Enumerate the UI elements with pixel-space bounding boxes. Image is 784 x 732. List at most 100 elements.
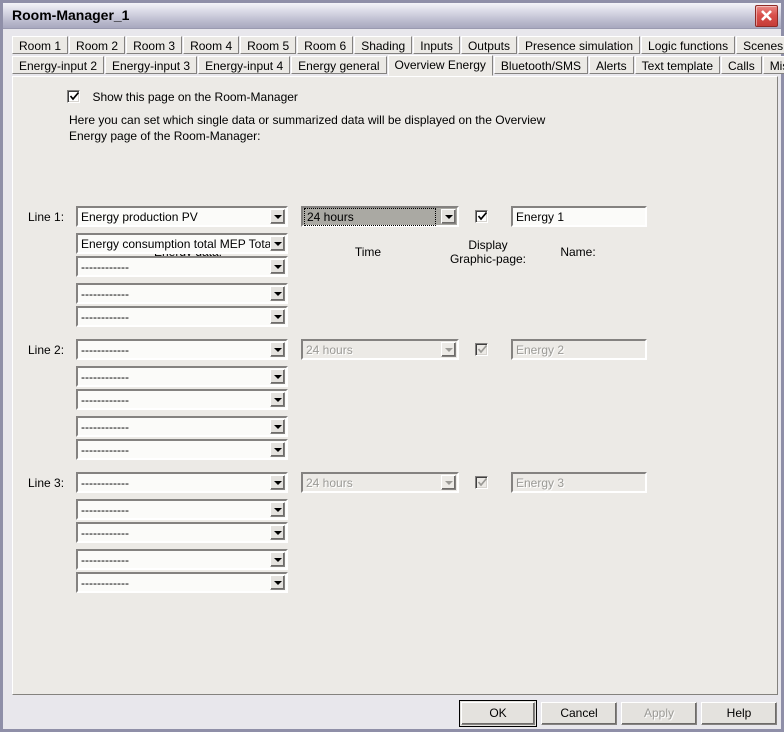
tab-label: Scenes bbox=[743, 39, 784, 53]
time-combobox-line1[interactable]: 24 hours bbox=[301, 206, 459, 227]
tab-bluetooth-sms[interactable]: Bluetooth/SMS bbox=[493, 56, 588, 74]
energy-data-combobox-line3-row1[interactable]: ------------ bbox=[76, 472, 288, 493]
tab-room-6[interactable]: Room 6 bbox=[297, 36, 354, 54]
tab-calls[interactable]: Calls bbox=[721, 56, 762, 74]
chevron-down-icon[interactable] bbox=[270, 552, 285, 567]
show-page-checkbox[interactable] bbox=[67, 90, 80, 104]
tab-overview-energy[interactable]: Overview Energy bbox=[387, 55, 493, 76]
energy-data-combobox-line2-row1[interactable]: ------------ bbox=[76, 339, 288, 360]
tab-energy-input-3[interactable]: Energy-input 3 bbox=[105, 56, 198, 74]
combobox-value: ------------ bbox=[81, 576, 129, 590]
tab-logic-functions[interactable]: Logic functions bbox=[641, 36, 736, 54]
chevron-down-icon[interactable] bbox=[270, 369, 285, 384]
tab-shading[interactable]: Shading bbox=[354, 36, 413, 54]
chevron-down-glyph bbox=[274, 558, 282, 562]
tab-energy-general[interactable]: Energy general bbox=[291, 56, 387, 74]
energy-data-combobox-line2-row2[interactable]: ------------ bbox=[76, 366, 288, 387]
display-graphic-page-checkbox-line1[interactable] bbox=[475, 210, 488, 223]
tab-label: Room 5 bbox=[247, 39, 290, 53]
energy-data-combobox-line1-row1[interactable]: Energy production PV bbox=[76, 206, 288, 227]
tab-room-1[interactable]: Room 1 bbox=[12, 36, 69, 54]
tab-room-3[interactable]: Room 3 bbox=[126, 36, 183, 54]
chevron-down-icon[interactable] bbox=[441, 209, 456, 224]
tab-energy-input-2[interactable]: Energy-input 2 bbox=[12, 56, 105, 74]
energy-data-combobox-line2-row4[interactable]: ------------ bbox=[76, 416, 288, 437]
energy-data-combobox-line3-row4[interactable]: ------------ bbox=[76, 549, 288, 570]
combobox-value: Energy consumption total MEP Total bbox=[81, 237, 274, 251]
combobox-value: 24 hours bbox=[306, 343, 353, 357]
column-header-display-graphic-page: Display Graphic-page: bbox=[438, 238, 538, 266]
line-label-2: Line 2: bbox=[28, 343, 65, 357]
tab-scenes[interactable]: Scenes bbox=[736, 36, 784, 54]
help-button[interactable]: Help bbox=[701, 702, 777, 725]
chevron-down-icon[interactable] bbox=[270, 342, 285, 357]
combobox-value: 24 hours bbox=[306, 476, 353, 490]
energy-data-combobox-line1-row4[interactable]: ------------ bbox=[76, 283, 288, 304]
energy-data-combobox-line2-row3[interactable]: ------------ bbox=[76, 389, 288, 410]
chevron-down-glyph bbox=[274, 348, 282, 352]
combobox-value: Energy production PV bbox=[81, 210, 198, 224]
energy-data-combobox-line3-row5[interactable]: ------------ bbox=[76, 572, 288, 593]
chevron-down-icon[interactable] bbox=[270, 419, 285, 434]
tab-text-template[interactable]: Text template bbox=[634, 56, 721, 74]
energy-data-combobox-line3-row2[interactable]: ------------ bbox=[76, 499, 288, 520]
chevron-down-icon bbox=[441, 342, 456, 357]
tab-strip: Room 1 Room 2 Room 3 Room 4 Room 5 Room 6 Shad… bbox=[12, 36, 784, 76]
chevron-down-icon[interactable] bbox=[270, 392, 285, 407]
name-input-line3: Energy 3 bbox=[511, 472, 647, 493]
apply-button: Apply bbox=[621, 702, 697, 725]
chevron-down-icon[interactable] bbox=[270, 209, 285, 224]
show-page-checkbox-row[interactable]: Show this page on the Room-Manager bbox=[67, 88, 298, 104]
tab-label: Presence simulation bbox=[524, 39, 634, 53]
chevron-down-icon[interactable] bbox=[270, 442, 285, 457]
combobox-value: ------------ bbox=[81, 420, 129, 434]
tab-inputs[interactable]: Inputs bbox=[413, 36, 460, 54]
tab-label: Inputs bbox=[420, 39, 453, 53]
energy-data-combobox-line2-row5[interactable]: ------------ bbox=[76, 439, 288, 460]
dialog-window: Room-Manager_1 Room 1 Room 2 Room 3 Room 4R… bbox=[0, 0, 784, 732]
chevron-down-glyph bbox=[445, 481, 453, 485]
energy-data-combobox-line1-row2[interactable]: Energy consumption total MEP Total bbox=[76, 233, 288, 254]
chevron-down-icon[interactable] bbox=[270, 475, 285, 490]
chevron-down-icon[interactable] bbox=[270, 236, 285, 251]
energy-data-combobox-line1-row3[interactable]: ------------ bbox=[76, 256, 288, 277]
name-input-line1[interactable]: Energy 1 bbox=[511, 206, 647, 227]
chevron-down-icon[interactable] bbox=[270, 309, 285, 324]
column-header-display-line2: Graphic-page: bbox=[449, 252, 527, 266]
combobox-value: ------------ bbox=[81, 443, 129, 457]
tab-miscellaneous[interactable]: Miscellaneous bbox=[762, 56, 784, 74]
chevron-down-icon[interactable] bbox=[270, 259, 285, 274]
display-graphic-page-checkbox-line2 bbox=[475, 343, 488, 356]
tab-energy-input-4[interactable]: Energy-input 4 bbox=[198, 56, 291, 74]
tab-outputs[interactable]: Outputs bbox=[460, 36, 517, 54]
chevron-down-icon[interactable] bbox=[270, 575, 285, 590]
display-graphic-page-checkbox-line3 bbox=[475, 476, 488, 489]
chevron-down-glyph bbox=[445, 348, 453, 352]
energy-data-combobox-line3-row3[interactable]: ------------ bbox=[76, 522, 288, 543]
tab-label: Text template bbox=[641, 59, 714, 73]
ok-button[interactable]: OK bbox=[459, 700, 537, 727]
tab-label: Energy-input 4 bbox=[205, 59, 284, 73]
check-icon bbox=[477, 477, 488, 487]
tab-alerts[interactable]: Alerts bbox=[588, 56, 634, 74]
tab-label: Energy general bbox=[298, 59, 380, 73]
tab-presence-simulation[interactable]: Presence simulation bbox=[517, 36, 641, 54]
tab-room-5[interactable]: Room 5 bbox=[240, 36, 297, 54]
close-icon[interactable] bbox=[755, 5, 778, 27]
cancel-button[interactable]: Cancel bbox=[541, 702, 617, 725]
tab-row-2: Energy-input 2 Energy-input 3 Energy-input… bbox=[12, 55, 784, 76]
chevron-down-icon[interactable] bbox=[270, 525, 285, 540]
tab-label: Energy-input 2 bbox=[19, 59, 98, 73]
tab-room-2[interactable]: Room 2 bbox=[69, 36, 126, 54]
tab-room-4[interactable]: Room 4 bbox=[183, 36, 240, 54]
title-bar[interactable]: Room-Manager_1 bbox=[3, 3, 781, 29]
ok-button-label: OK bbox=[461, 702, 535, 725]
energy-data-combobox-line1-row5[interactable]: ------------ bbox=[76, 306, 288, 327]
chevron-down-glyph bbox=[274, 215, 282, 219]
chevron-down-icon[interactable] bbox=[270, 502, 285, 517]
chevron-down-glyph bbox=[274, 481, 282, 485]
chevron-down-icon[interactable] bbox=[270, 286, 285, 301]
combobox-value: ------------ bbox=[81, 343, 129, 357]
column-header-time: Time bbox=[354, 245, 382, 259]
line-label-1: Line 1: bbox=[28, 210, 65, 224]
